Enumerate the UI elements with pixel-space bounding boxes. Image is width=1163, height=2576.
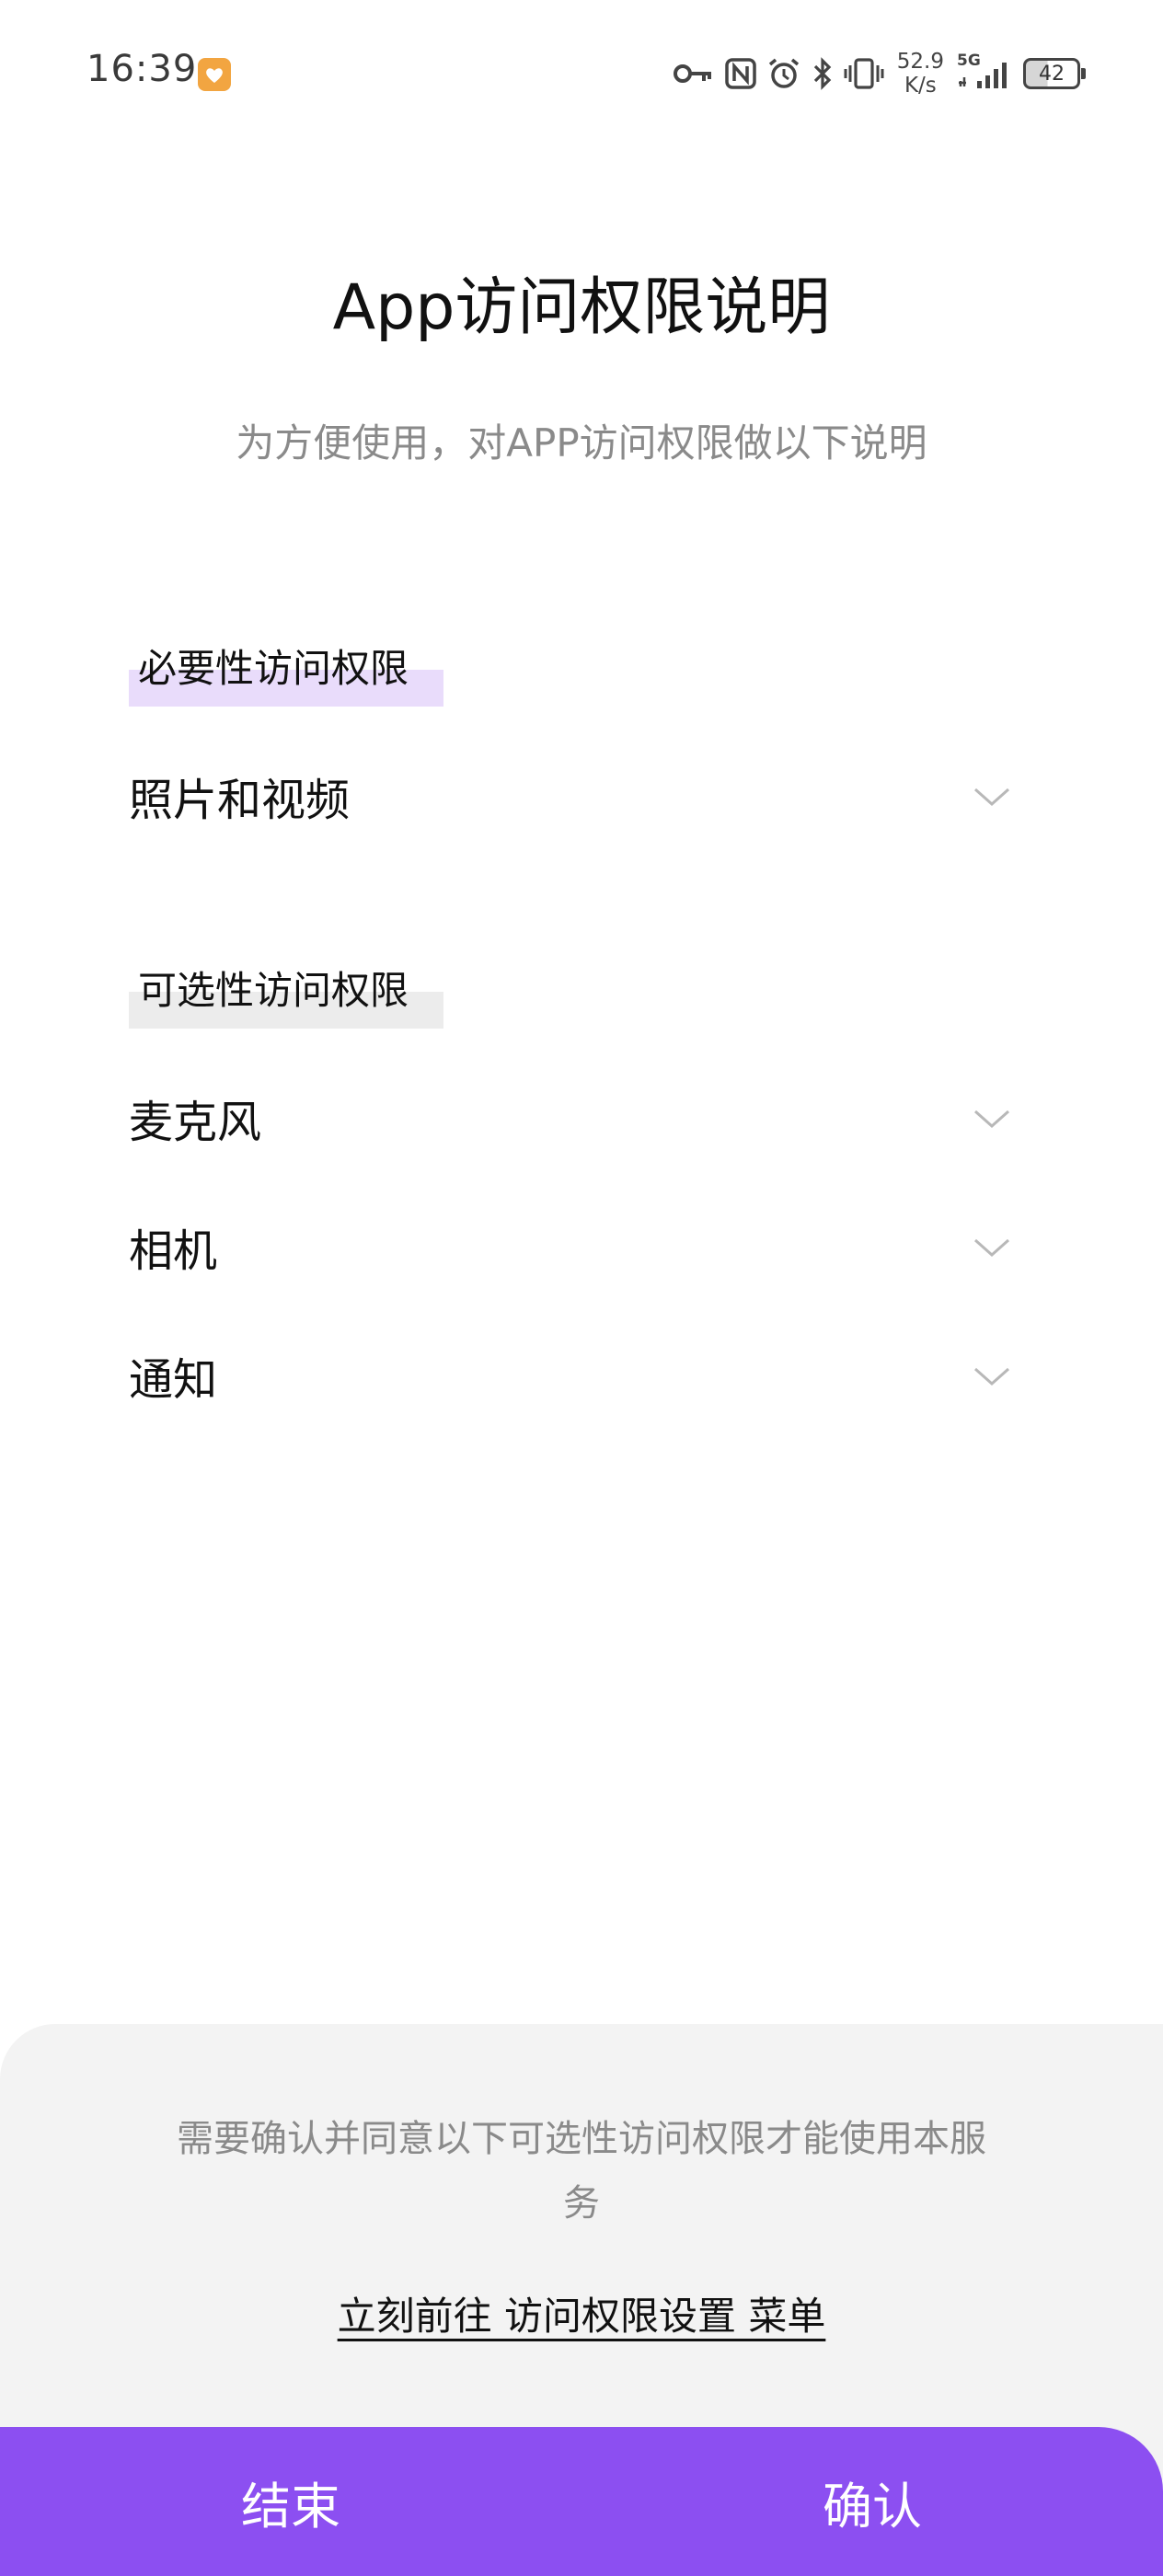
key-icon — [673, 64, 711, 83]
permission-label: 相机 — [129, 1225, 218, 1277]
alarm-icon — [768, 58, 799, 88]
chevron-down-icon[interactable] — [970, 1225, 1014, 1270]
permission-row-camera[interactable]: 相机 — [129, 1203, 1040, 1286]
optional-section-header: 可选性访问权限 — [129, 968, 443, 1029]
vibrate-icon — [844, 58, 884, 89]
status-time: 16:39 — [86, 48, 198, 90]
net-speed: 52.9 K/s — [897, 50, 944, 98]
permission-row-photos-videos[interactable]: 照片和视频 — [129, 753, 1040, 835]
chevron-down-icon[interactable] — [970, 1354, 1014, 1398]
confirm-button[interactable]: 确认 — [582, 2427, 1163, 2576]
page-subtitle: 为方便使用，对APP访问权限做以下说明 — [236, 420, 927, 466]
nfc-icon — [725, 58, 756, 89]
optional-section-title: 可选性访问权限 — [138, 968, 409, 1013]
consent-notice: 需要确认并同意以下可选性访问权限才能使用本服务 — [177, 2118, 986, 2225]
page-title: App访问权限说明 — [332, 271, 831, 344]
permission-label: 麦克风 — [129, 1097, 262, 1148]
net-speed-unit: K/s — [904, 74, 937, 98]
battery-level: 42 — [1039, 62, 1065, 86]
chevron-down-icon[interactable] — [970, 775, 1014, 819]
end-button[interactable]: 结束 — [0, 2427, 582, 2576]
status-icons: 52.9 K/s 5G 42 — [673, 48, 1086, 99]
battery-icon: 42 — [1023, 58, 1086, 89]
signal-icon — [959, 63, 1007, 88]
signal-group: 5G — [957, 52, 1014, 92]
app-notification-icon — [198, 58, 231, 91]
required-section-title: 必要性访问权限 — [138, 646, 409, 691]
permission-settings-link[interactable]: 立刻前往 访问权限设置 菜单 — [338, 2294, 826, 2339]
net-speed-value: 52.9 — [896, 50, 944, 74]
permission-row-microphone[interactable]: 麦克风 — [129, 1075, 1040, 1157]
status-bar: 16:39 52.9 K/s 5G 42 — [0, 0, 1163, 147]
permission-row-notification[interactable]: 通知 — [129, 1332, 1040, 1415]
permission-label: 照片和视频 — [129, 775, 351, 826]
chevron-down-icon[interactable] — [970, 1097, 1014, 1141]
settings-link-container: 立刻前往 访问权限设置 菜单 — [0, 2285, 1163, 2341]
action-bar: 结束 确认 — [0, 2427, 1163, 2576]
required-section-header: 必要性访问权限 — [129, 646, 443, 707]
permission-label: 通知 — [129, 1354, 218, 1406]
bluetooth-icon — [813, 57, 832, 90]
